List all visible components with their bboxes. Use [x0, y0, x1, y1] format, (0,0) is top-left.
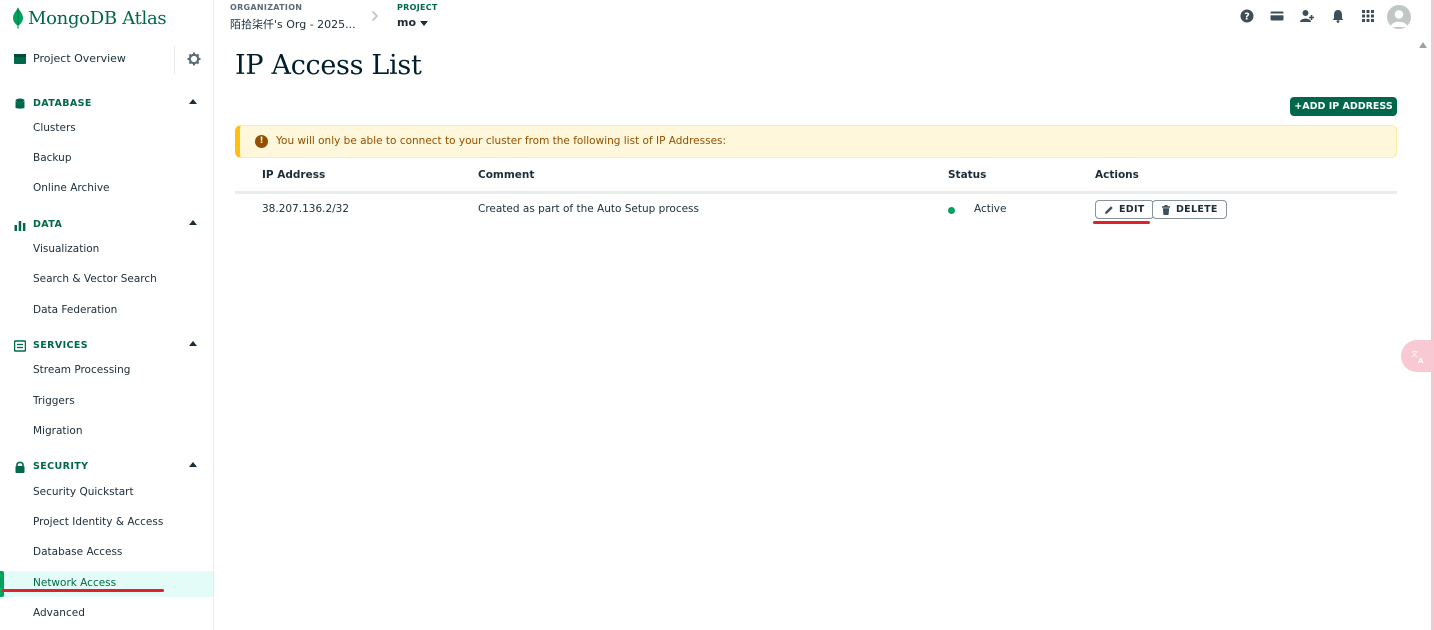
chevron-right-icon: [371, 10, 379, 22]
divider: [174, 46, 175, 74]
column-header-comment: Comment: [478, 169, 535, 181]
project-overview-row: Project Overview: [0, 46, 213, 74]
sidebar-item-label: Database Access: [33, 546, 123, 558]
svg-text:A: A: [1418, 357, 1424, 364]
sidebar-item-online-archive[interactable]: Online Archive: [0, 176, 213, 202]
column-header-status: Status: [948, 169, 987, 181]
delete-button[interactable]: DELETE: [1152, 200, 1227, 219]
translate-icon: 文 A: [1411, 349, 1424, 364]
sidebar-item-label: Clusters: [33, 122, 76, 134]
column-header-actions: Actions: [1095, 169, 1139, 181]
sidebar-item-label: Network Access: [33, 577, 117, 589]
status-cell: Active: [974, 203, 1007, 215]
sidebar-item-label: Search & Vector Search: [33, 273, 157, 285]
sidebar-item-search[interactable]: Search & Vector Search: [0, 267, 213, 293]
chevron-up-icon: [189, 220, 197, 225]
svg-text:文: 文: [1411, 349, 1418, 358]
sidebar-item-backup[interactable]: Backup: [0, 146, 213, 172]
scroll-up-icon[interactable]: [1419, 42, 1427, 48]
invite-user-icon[interactable]: [1300, 9, 1314, 23]
folder-icon: [14, 54, 26, 64]
user-icon: [1390, 10, 1408, 27]
section-database[interactable]: DATABASE: [0, 94, 213, 114]
services-icon: [14, 340, 26, 352]
sidebar-item-data-federation[interactable]: Data Federation: [0, 298, 213, 324]
banner-message: You will only be able to connect to your…: [276, 135, 727, 147]
trash-icon: [1162, 204, 1170, 215]
help-icon[interactable]: ?: [1240, 9, 1254, 23]
pencil-icon: [1105, 205, 1113, 214]
database-icon: [15, 98, 25, 109]
annotation-underline: [1093, 221, 1150, 224]
sidebar: MongoDB Atlas Project Overview DATABASE …: [0, 0, 214, 630]
section-title: DATA: [33, 219, 63, 230]
chevron-down-icon[interactable]: [420, 21, 428, 26]
organization-label: ORGANIZATION: [230, 3, 303, 12]
sidebar-item-label: Data Federation: [33, 304, 118, 316]
status-dot-icon: [948, 207, 955, 214]
chevron-up-icon: [189, 462, 197, 467]
sidebar-item-database-access[interactable]: Database Access: [0, 540, 213, 566]
section-data[interactable]: DATA: [0, 215, 213, 235]
add-ip-address-button[interactable]: +ADD IP ADDRESS: [1290, 97, 1397, 116]
sidebar-item-label: Project Identity & Access: [33, 516, 164, 528]
annotation-underline: [2, 589, 164, 592]
sidebar-item-label: Migration: [33, 425, 83, 437]
project-selector[interactable]: mo: [397, 16, 416, 29]
section-security[interactable]: SECURITY: [0, 457, 213, 477]
sidebar-item-visualization[interactable]: Visualization: [0, 237, 213, 263]
section-services[interactable]: SERVICES: [0, 336, 213, 356]
sidebar-item-advanced[interactable]: Advanced: [0, 601, 213, 627]
sidebar-item-security-quickstart[interactable]: Security Quickstart: [0, 480, 213, 506]
column-header-ip: IP Address: [262, 169, 326, 181]
project-label: PROJECT: [397, 3, 438, 12]
sidebar-item-stream-processing[interactable]: Stream Processing: [0, 358, 213, 384]
chevron-up-icon: [189, 341, 197, 346]
translate-button[interactable]: 文 A: [1401, 340, 1434, 372]
sidebar-item-triggers[interactable]: Triggers: [0, 389, 213, 415]
edit-label: EDIT: [1119, 204, 1145, 215]
leaf-icon: [13, 7, 23, 29]
notifications-icon[interactable]: [1331, 9, 1345, 23]
apps-grid-icon[interactable]: [1361, 9, 1375, 23]
warning-icon: !: [255, 135, 268, 148]
sidebar-item-label: Security Quickstart: [33, 486, 134, 498]
section-title: DATABASE: [33, 98, 92, 109]
organization-selector[interactable]: 陌拾柒仟's Org - 2025...: [230, 16, 356, 32]
sidebar-item-label: Backup: [33, 152, 72, 164]
page-title: IP Access List: [235, 50, 422, 81]
active-indicator: [0, 571, 4, 597]
edit-button[interactable]: EDIT: [1095, 200, 1154, 219]
warning-banner: ! You will only be able to connect to yo…: [235, 125, 1397, 158]
bar-chart-icon: [14, 221, 26, 231]
sidebar-item-label: Triggers: [33, 395, 75, 407]
table-header-divider: [235, 191, 1397, 194]
ip-address-cell: 38.207.136.2/32: [262, 203, 350, 215]
mongodb-atlas-logo[interactable]: MongoDB Atlas: [12, 4, 167, 32]
avatar[interactable]: [1387, 5, 1411, 29]
sidebar-item-label: Online Archive: [33, 182, 110, 194]
sidebar-item-migration[interactable]: Migration: [0, 419, 213, 445]
sidebar-item-label: Stream Processing: [33, 364, 131, 376]
lock-icon: [15, 461, 25, 473]
chevron-up-icon: [189, 99, 197, 104]
gear-icon[interactable]: [187, 52, 201, 66]
logo-text: MongoDB Atlas: [28, 7, 167, 29]
sidebar-item-label: Visualization: [33, 243, 100, 255]
sidebar-item-label: Advanced: [33, 607, 85, 619]
sidebar-item-clusters[interactable]: Clusters: [0, 116, 213, 142]
billing-icon[interactable]: [1270, 9, 1284, 23]
section-title: SERVICES: [33, 340, 89, 351]
comment-cell: Created as part of the Auto Setup proces…: [478, 203, 699, 215]
section-title: SECURITY: [33, 461, 89, 472]
project-overview-link[interactable]: Project Overview: [33, 52, 126, 65]
svg-text:?: ?: [1244, 12, 1250, 23]
delete-label: DELETE: [1176, 204, 1218, 215]
sidebar-item-network-access[interactable]: Network Access: [0, 571, 213, 597]
sidebar-item-project-identity-access[interactable]: Project Identity & Access: [0, 510, 213, 536]
